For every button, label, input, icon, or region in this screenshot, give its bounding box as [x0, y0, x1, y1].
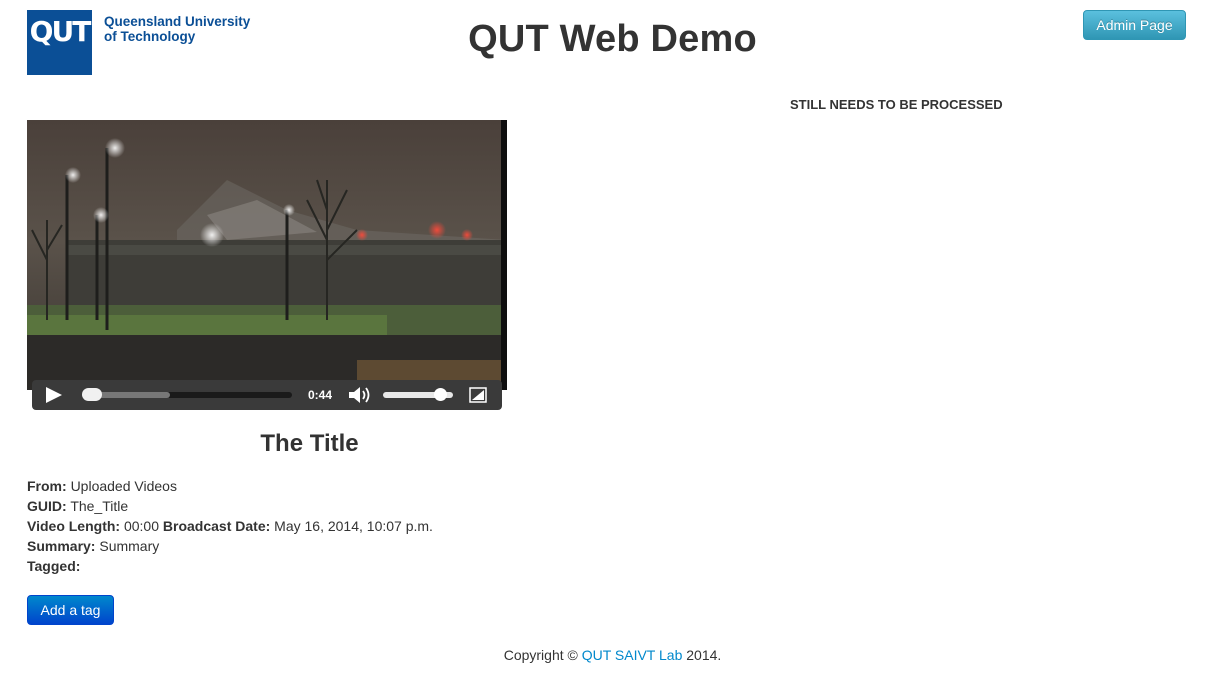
broadcast-label: Broadcast Date:: [162, 518, 271, 534]
length-label: Video Length:: [27, 518, 121, 534]
seek-bar[interactable]: [82, 392, 292, 398]
from-row: From: Uploaded Videos: [27, 476, 433, 496]
from-label: From:: [27, 478, 67, 494]
video-still-image: [27, 120, 507, 390]
admin-page-button[interactable]: Admin Page: [1083, 10, 1186, 40]
guid-row: GUID: The_Title: [27, 496, 433, 516]
tagged-row: Tagged:: [27, 556, 433, 576]
video-metadata: From: Uploaded Videos GUID: The_Title Vi…: [27, 476, 433, 576]
tagged-label: Tagged:: [27, 558, 81, 574]
length-value: 00:00: [123, 518, 160, 534]
processing-status: STILL NEEDS TO BE PROCESSED: [790, 97, 1003, 112]
guid-value: The_Title: [70, 498, 129, 514]
play-icon[interactable]: [46, 387, 62, 403]
broadcast-value: May 16, 2014, 10:07 p.m.: [274, 518, 433, 534]
video-frame[interactable]: [27, 120, 507, 390]
current-time: 0:44: [308, 388, 333, 402]
guid-label: GUID:: [27, 498, 67, 514]
video-title: The Title: [260, 430, 359, 457]
from-value: Uploaded Videos: [70, 478, 177, 494]
summary-row: Summary: Summary: [27, 536, 433, 556]
volume-icon[interactable]: [348, 386, 372, 404]
fullscreen-icon[interactable]: [469, 387, 487, 403]
copyright-suffix: 2014.: [686, 647, 722, 663]
seek-handle[interactable]: [82, 388, 102, 401]
saivt-lab-link[interactable]: QUT SAIVT Lab: [582, 647, 683, 663]
copyright-prefix: Copyright ©: [503, 647, 578, 663]
page-title: QUT Web Demo: [468, 18, 757, 60]
video-controls: 0:44: [32, 380, 502, 410]
volume-handle[interactable]: [434, 388, 447, 401]
length-row: Video Length: 00:00 Broadcast Date: May …: [27, 516, 433, 536]
summary-label: Summary:: [27, 538, 96, 554]
footer: Copyright © QUT SAIVT Lab 2014.: [0, 647, 1225, 663]
summary-value: Summary: [99, 538, 160, 554]
add-tag-button[interactable]: Add a tag: [27, 595, 114, 625]
